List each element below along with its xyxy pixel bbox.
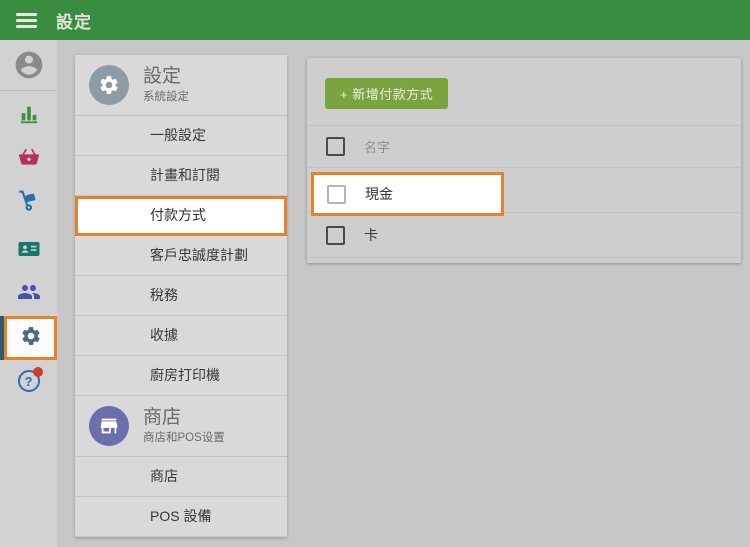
basket-icon [18,147,40,169]
payment-type-name: 現金 [365,186,393,202]
sidebar-item-help[interactable]: ? [0,363,57,399]
menu-item-plans-subscriptions[interactable]: 計畫和訂閱 [75,156,287,196]
table-row-card[interactable]: 卡 [307,213,741,258]
table-row-cash[interactable]: 現金 [311,172,504,216]
hamburger-menu-icon[interactable] [16,12,37,28]
menu-item-kitchen-printers[interactable]: 廚房打印機 [75,356,287,396]
menu-item-payment-types[interactable]: 付款方式 [75,196,287,236]
icon-sidebar: ? [0,40,57,547]
payment-types-card: + 新增付款方式 名字 現金 卡 [307,58,741,263]
top-app-bar: 設定 [0,0,750,40]
sidebar-item-items[interactable] [0,140,57,176]
section-subtitle: 系統設定 [143,90,189,103]
hand-truck-icon [17,189,40,212]
section-subtitle: 商店和POS设置 [143,431,225,444]
section-header-stores: 商店 商店和POS设置 [75,396,287,457]
menu-item-stores[interactable]: 商店 [75,457,287,497]
row-checkbox[interactable] [327,184,346,204]
sidebar-item-employees[interactable] [0,274,57,310]
sidebar-divider [0,90,57,91]
section-title: 商店 [143,406,182,428]
help-icon: ? [17,367,43,392]
people-icon [17,280,41,304]
section-title: 設定 [143,65,182,87]
menu-item-loyalty[interactable]: 客戶忠誠度計劃 [75,236,287,276]
row-checkbox[interactable] [326,225,345,245]
sidebar-item-settings[interactable] [0,316,57,360]
menu-item-pos-devices[interactable]: POS 設備 [75,497,287,537]
sidebar-item-reports[interactable] [0,96,57,132]
table-header-row: 名字 [307,125,741,168]
add-payment-type-button[interactable]: + 新增付款方式 [325,78,449,109]
avatar-icon [13,49,45,81]
menu-item-general-settings[interactable]: 一般設定 [75,116,287,156]
settings-menu-panel: 設定 系統設定 一般設定 計畫和訂閱 付款方式 客戶忠誠度計劃 稅務 收據 廚房… [75,55,287,537]
page-title: 設定 [56,12,92,32]
column-header-name: 名字 [364,140,391,155]
sidebar-item-inventory[interactable] [0,182,57,218]
menu-item-receipt[interactable]: 收據 [75,316,287,356]
gear-icon [89,65,129,105]
section-header-settings: 設定 系統設定 [75,55,287,116]
gear-icon [20,325,42,352]
select-all-checkbox[interactable] [326,137,345,156]
notification-badge [32,367,43,377]
sidebar-item-profile[interactable] [0,46,57,84]
contact-card-icon [17,237,41,261]
menu-item-taxes[interactable]: 稅務 [75,276,287,316]
settings-highlight-box [4,316,57,360]
bar-chart-icon [18,103,40,125]
payment-type-name: 卡 [364,227,378,243]
store-icon [89,406,129,446]
sidebar-item-customers[interactable] [0,231,57,267]
